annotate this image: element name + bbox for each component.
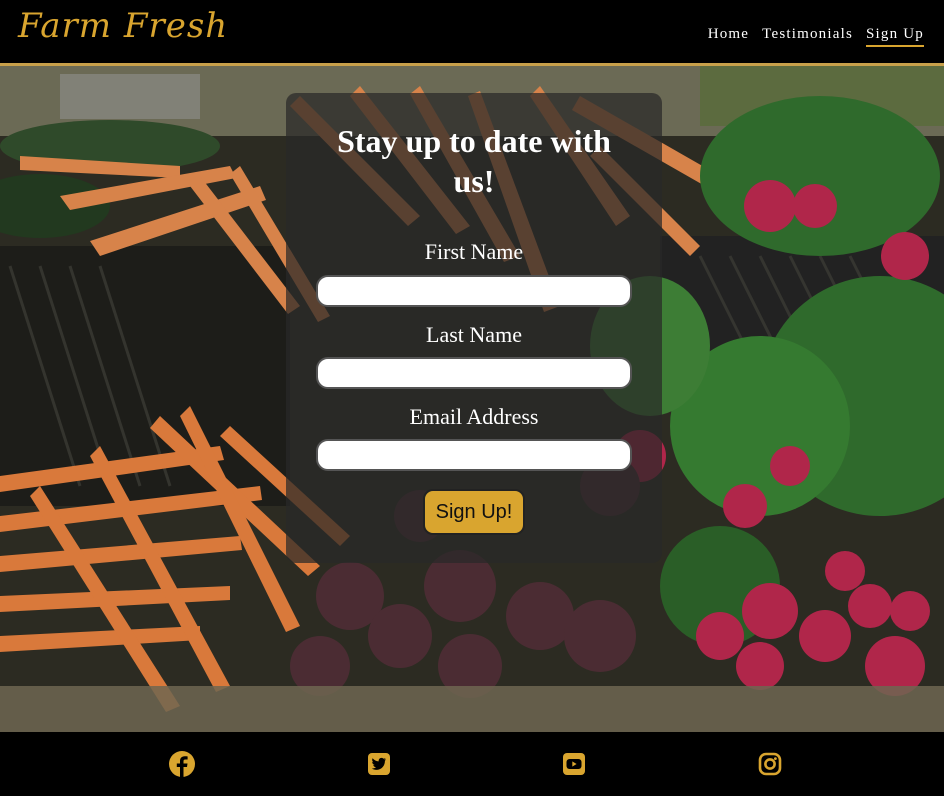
facebook-icon[interactable]: [168, 750, 196, 778]
hero-section: Stay up to date with us! First Name Last…: [0, 66, 944, 732]
twitter-icon[interactable]: [365, 750, 393, 778]
nav-sign-up[interactable]: Sign Up: [866, 26, 924, 47]
youtube-icon[interactable]: [560, 750, 588, 778]
email-input[interactable]: [316, 439, 632, 471]
email-label: Email Address: [409, 404, 539, 429]
nav-testimonials[interactable]: Testimonials: [762, 26, 853, 47]
nav-home[interactable]: Home: [708, 26, 749, 47]
main-nav: Home Testimonials Sign Up: [708, 26, 924, 47]
sign-up-button[interactable]: Sign Up!: [423, 489, 525, 535]
form-heading: Stay up to date with us!: [337, 123, 611, 199]
signup-form: Stay up to date with us! First Name Last…: [286, 93, 662, 563]
site-header: Farm Fresh Home Testimonials Sign Up: [0, 0, 944, 66]
last-name-label: Last Name: [426, 322, 522, 347]
instagram-icon[interactable]: [756, 750, 784, 778]
brand-logo[interactable]: Farm Fresh: [18, 6, 228, 46]
last-name-input[interactable]: [316, 357, 632, 389]
site-footer: [0, 732, 944, 796]
first-name-label: First Name: [424, 239, 524, 264]
first-name-input[interactable]: [316, 275, 632, 307]
